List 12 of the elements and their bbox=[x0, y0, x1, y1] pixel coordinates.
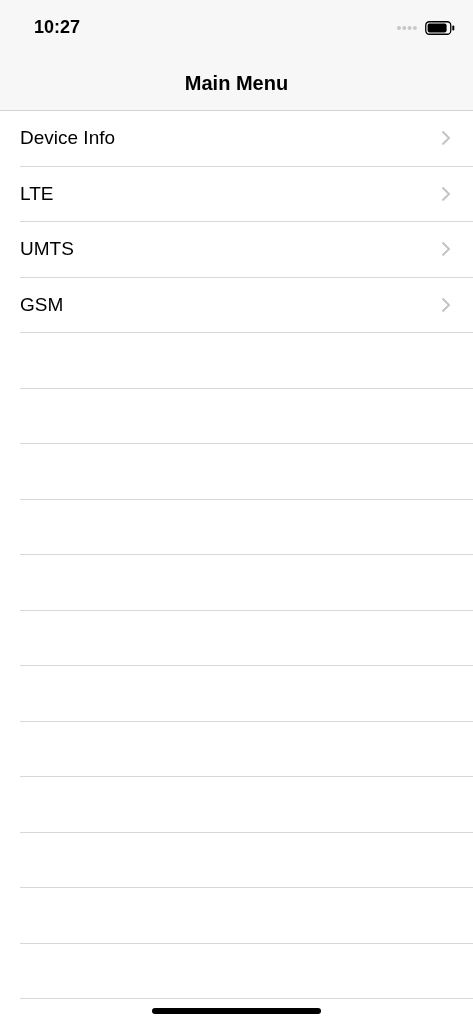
chevron-icon bbox=[441, 185, 451, 202]
menu-item[interactable]: GSM bbox=[20, 277, 473, 333]
chevron-icon bbox=[441, 296, 451, 313]
nav-title: Main Menu bbox=[184, 70, 289, 96]
chevron-icon bbox=[441, 241, 451, 258]
menu-item[interactable]: LTE bbox=[20, 166, 473, 222]
signal-icon bbox=[397, 25, 417, 30]
chevron-icon bbox=[441, 130, 451, 147]
status-time: 10:27 bbox=[34, 16, 81, 39]
battery-icon bbox=[425, 20, 455, 35]
menu-item[interactable]: UMTS bbox=[20, 222, 473, 278]
menu-item[interactable]: Device Info bbox=[20, 111, 473, 167]
